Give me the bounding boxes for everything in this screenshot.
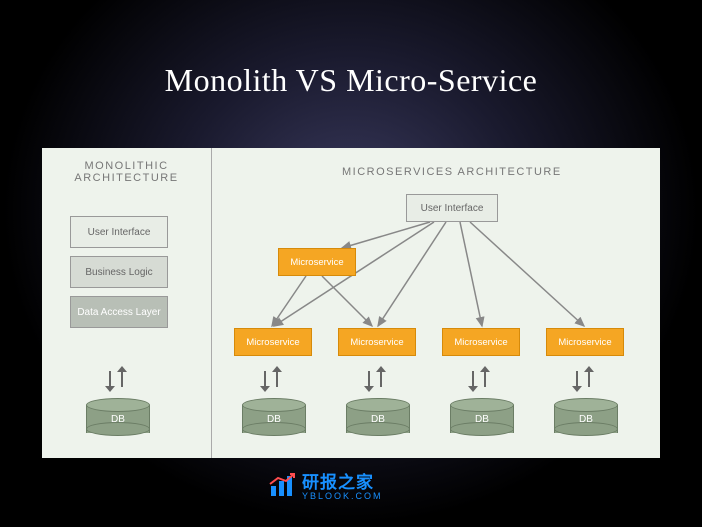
watermark-url: YBLOOK.COM (302, 491, 383, 501)
db-label: DB (242, 414, 306, 425)
monolith-data-access-layer: Data Access Layer (70, 296, 168, 328)
microservices-heading: MICROSERVICES ARCHITECTURE (212, 148, 660, 178)
microservice-1: Microservice (234, 328, 312, 356)
monolith-db-arrows (99, 366, 137, 394)
ms-db-arrows-4 (566, 366, 604, 392)
watermark-text: 研报之家 YBLOOK.COM (302, 468, 383, 501)
ms-db-arrows-1 (254, 366, 292, 392)
monolith-stack: User Interface Business Logic Data Acces… (70, 216, 168, 336)
microservice-2: Microservice (338, 328, 416, 356)
architecture-diagram: MONOLITHIC ARCHITECTURE User Interface B… (42, 148, 660, 458)
db-label: DB (346, 414, 410, 425)
watermark: 研报之家 YBLOOK.COM (268, 468, 383, 501)
ms-db-arrows-3 (462, 366, 500, 392)
microservice-4: Microservice (546, 328, 624, 356)
monolith-panel: MONOLITHIC ARCHITECTURE User Interface B… (42, 148, 212, 458)
watermark-name: 研报之家 (302, 468, 383, 493)
monolith-business-layer: Business Logic (70, 256, 168, 288)
monolith-db: DB (86, 398, 150, 436)
ms-db-4: DB (554, 398, 618, 436)
db-label: DB (86, 414, 150, 425)
microservice-3: Microservice (442, 328, 520, 356)
ms-db-1: DB (242, 398, 306, 436)
monolith-heading: MONOLITHIC ARCHITECTURE (42, 148, 211, 184)
monolith-ui-layer: User Interface (70, 216, 168, 248)
ms-user-interface: User Interface (406, 194, 498, 222)
db-label: DB (554, 414, 618, 425)
ms-db-arrows-2 (358, 366, 396, 392)
slide-title: Monolith VS Micro-Service (0, 0, 702, 99)
microservices-panel: MICROSERVICES ARCHITECTURE User Interfac… (212, 148, 660, 458)
watermark-chart-icon (268, 472, 296, 498)
ms-db-2: DB (346, 398, 410, 436)
db-label: DB (450, 414, 514, 425)
microservice-gateway: Microservice (278, 248, 356, 276)
ms-db-3: DB (450, 398, 514, 436)
